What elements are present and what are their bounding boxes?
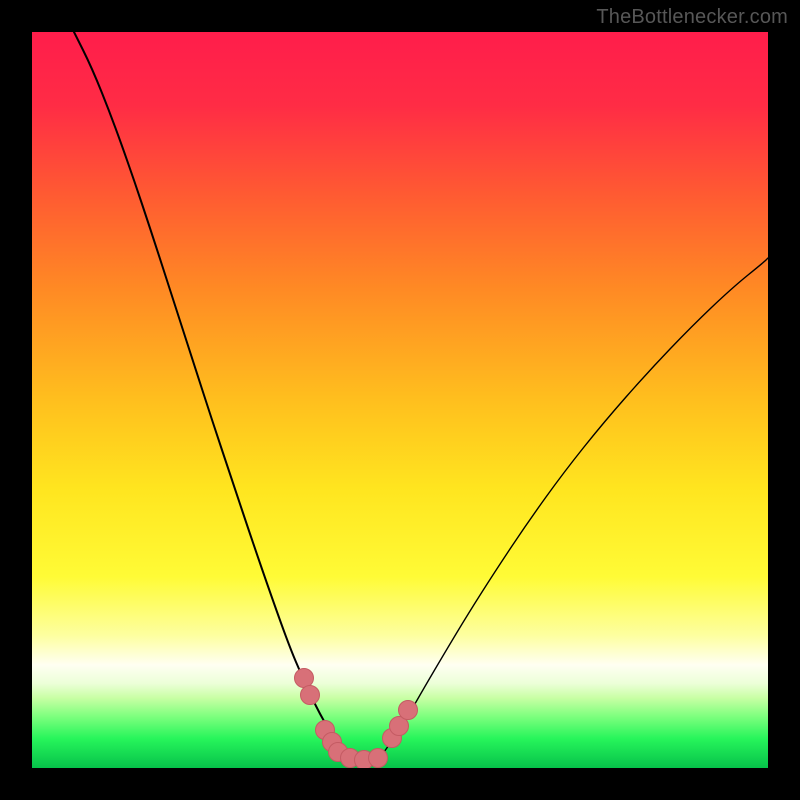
chart-background	[32, 32, 768, 768]
chart-plot	[32, 32, 768, 768]
dot-left-1	[301, 686, 320, 705]
dot-right-2	[399, 701, 418, 720]
dot-floor-3	[369, 749, 388, 768]
dot-left-0	[295, 669, 314, 688]
chart-frame: TheBottlenecker.com	[0, 0, 800, 800]
watermark-text: TheBottlenecker.com	[596, 6, 788, 29]
